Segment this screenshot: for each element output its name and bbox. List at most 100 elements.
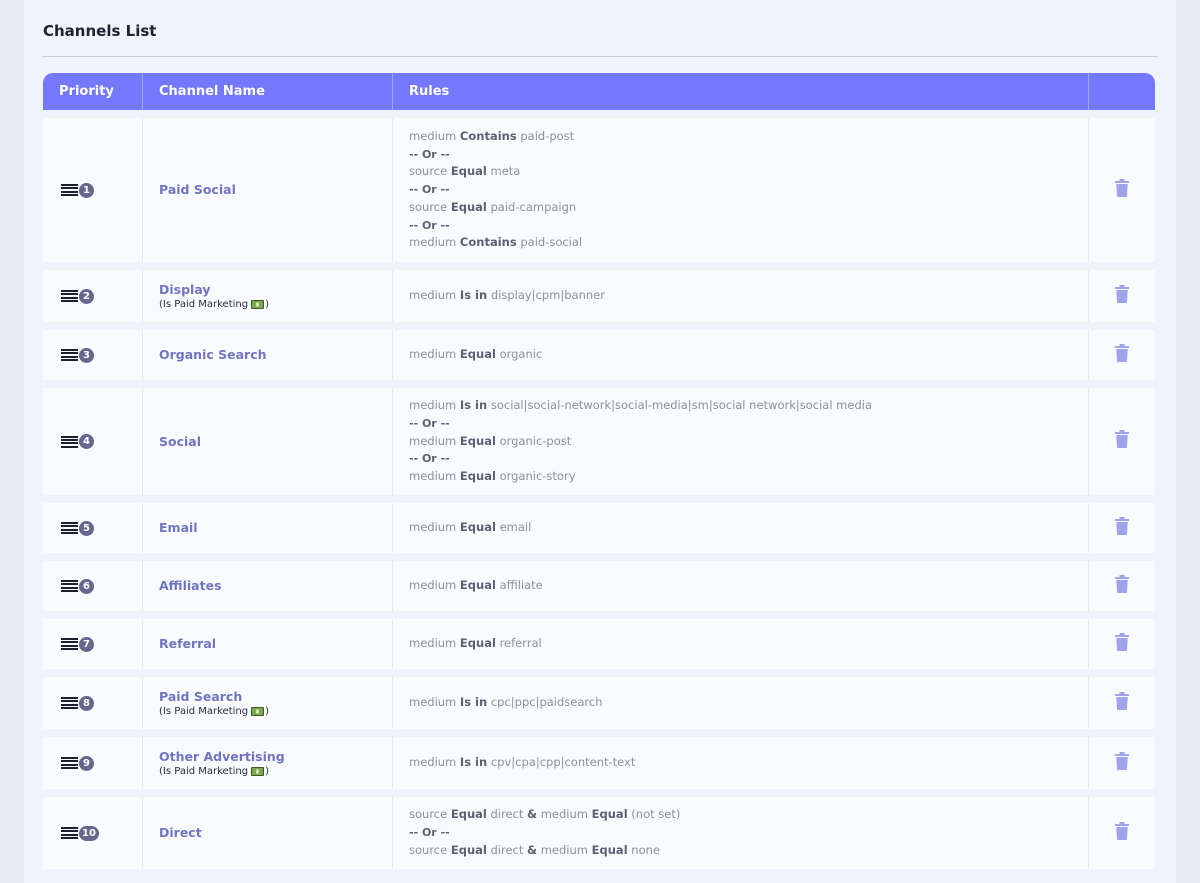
table-row[interactable]: 1 Paid Social medium Contains paid-post -- …	[43, 118, 1155, 262]
actions-cell	[1089, 797, 1155, 869]
drag-handle-icon[interactable]	[61, 580, 78, 592]
drag-handle-icon[interactable]	[61, 522, 78, 534]
rule-line: medium Equal email	[409, 519, 1072, 537]
channel-name-link[interactable]: Other Advertising	[159, 749, 376, 765]
table-row[interactable]: 10 Direct source Equal direct & medium Equ…	[43, 797, 1155, 869]
channel-name-link[interactable]: Referral	[159, 636, 376, 652]
priority-control: 2	[59, 288, 126, 304]
drag-handle-icon[interactable]	[61, 757, 78, 769]
rule-value: cpv|cpa|cpp|content-text	[490, 755, 636, 770]
priority-cell: 1	[43, 118, 143, 262]
rule-value: organic-story	[499, 469, 576, 484]
channel-name-cell: Organic Search	[143, 330, 393, 380]
table-row[interactable]: 5 Email medium Equal email	[43, 503, 1155, 553]
drag-handle-icon[interactable]	[61, 697, 78, 709]
actions-cell	[1089, 503, 1155, 553]
trash-icon[interactable]	[1115, 178, 1129, 197]
rule-value: email	[499, 520, 532, 535]
rules-cell: medium Equal affiliate	[393, 561, 1089, 611]
trash-icon[interactable]	[1115, 516, 1129, 535]
priority-control: 5	[59, 520, 126, 536]
priority-badge: 10	[79, 825, 99, 841]
rule-field: medium	[409, 398, 457, 412]
priority-badge: 8	[79, 695, 94, 711]
rule-operator: Equal	[591, 842, 628, 857]
actions-cell	[1089, 388, 1155, 495]
drag-handle-icon[interactable]	[61, 638, 78, 650]
trash-icon[interactable]	[1115, 821, 1129, 840]
priority-cell: 7	[43, 619, 143, 669]
trash-icon[interactable]	[1115, 343, 1129, 362]
rule-value: affiliate	[499, 578, 543, 593]
channel-name-cell: Direct	[143, 797, 393, 869]
table-row[interactable]: 9 Other Advertising (Is Paid Marketing) med…	[43, 737, 1155, 789]
rule-operator: Equal	[450, 807, 487, 822]
rule-line: medium Is in cpv|cpa|cpp|content-text	[409, 754, 1072, 772]
priority-control: 1	[59, 182, 126, 198]
trash-icon[interactable]	[1115, 284, 1129, 303]
rules-cell: medium Is in social|social-network|socia…	[393, 388, 1089, 495]
rules-cell: medium Is in cpv|cpa|cpp|content-text	[393, 737, 1089, 789]
trash-icon[interactable]	[1115, 574, 1129, 593]
rule-field: medium	[409, 520, 457, 535]
priority-cell: 3	[43, 330, 143, 380]
or-separator: -- Or --	[409, 147, 450, 161]
table-row[interactable]: 4 Social medium Is in social|social-networ…	[43, 388, 1155, 495]
drag-handle-icon[interactable]	[61, 184, 78, 196]
header-rules[interactable]: Rules	[393, 73, 1089, 110]
header-priority[interactable]: Priority	[43, 73, 143, 110]
drag-handle-icon[interactable]	[61, 435, 78, 448]
paid-tag-prefix: (Is Paid Marketing	[159, 298, 249, 310]
rule-operator: Is in	[459, 755, 488, 770]
actions-cell	[1089, 561, 1155, 611]
rule-line: medium Contains paid-post	[409, 128, 1072, 146]
channel-name-cell: Email	[143, 503, 393, 553]
rule-value: paid-social	[520, 235, 583, 250]
rule-line: medium Equal organic-post	[409, 433, 1072, 451]
rules-cell: medium Contains paid-post -- Or -- source …	[393, 118, 1089, 262]
drag-handle-icon[interactable]	[61, 349, 78, 361]
rule-field: medium	[409, 235, 457, 250]
priority-badge: 9	[79, 755, 94, 771]
channel-name-link[interactable]: Email	[159, 520, 376, 536]
rule-field: medium	[540, 807, 588, 822]
table-row[interactable]: 8 Paid Search (Is Paid Marketing) medium Is…	[43, 677, 1155, 729]
channel-name-link[interactable]: Direct	[159, 825, 376, 841]
table-row[interactable]: 6 Affiliates medium Equal affiliate	[43, 561, 1155, 611]
rule-value: meta	[490, 164, 521, 179]
rules-cell: source Equal direct & medium Equal (not …	[393, 797, 1089, 869]
channel-name-link[interactable]: Affiliates	[159, 578, 376, 594]
channel-name-link[interactable]: Display	[159, 282, 376, 298]
channel-name-link[interactable]: Social	[159, 434, 376, 450]
trash-icon[interactable]	[1115, 430, 1129, 448]
channel-name-link[interactable]: Paid Search	[159, 689, 376, 705]
table-row[interactable]: 3 Organic Search medium Equal organic	[43, 330, 1155, 380]
trash-icon[interactable]	[1115, 691, 1129, 710]
rule-field: medium	[409, 288, 457, 303]
priority-badge: 4	[79, 434, 94, 449]
priority-control: 9	[59, 755, 126, 771]
actions-cell	[1089, 270, 1155, 322]
priority-badge: 1	[79, 182, 94, 198]
channel-name-link[interactable]: Paid Social	[159, 182, 376, 198]
rule-operator: Equal	[459, 636, 496, 651]
table-row[interactable]: 2 Display (Is Paid Marketing) medium Is in …	[43, 270, 1155, 322]
rule-value: social|social-network|social-media|sm|so…	[490, 398, 873, 412]
rule-value: (not set)	[631, 807, 681, 822]
rule-field: medium	[409, 578, 457, 593]
priority-badge: 2	[79, 288, 94, 304]
table-row[interactable]: 7 Referral medium Equal referral	[43, 619, 1155, 669]
header-channel-name[interactable]: Channel Name	[143, 73, 393, 110]
channel-name-link[interactable]: Organic Search	[159, 347, 376, 363]
trash-icon[interactable]	[1115, 632, 1129, 651]
rule-value: none	[631, 842, 660, 857]
rule-line: medium Is in cpc|ppc|paidsearch	[409, 694, 1072, 712]
priority-badge: 6	[79, 578, 94, 594]
drag-handle-icon[interactable]	[61, 290, 78, 302]
priority-badge: 3	[79, 347, 94, 363]
trash-icon[interactable]	[1115, 751, 1129, 770]
drag-handle-icon[interactable]	[61, 827, 78, 839]
channel-name-cell: Other Advertising (Is Paid Marketing)	[143, 737, 393, 789]
rule-line: medium Contains paid-social	[409, 234, 1072, 252]
rule-value: direct	[490, 842, 524, 857]
